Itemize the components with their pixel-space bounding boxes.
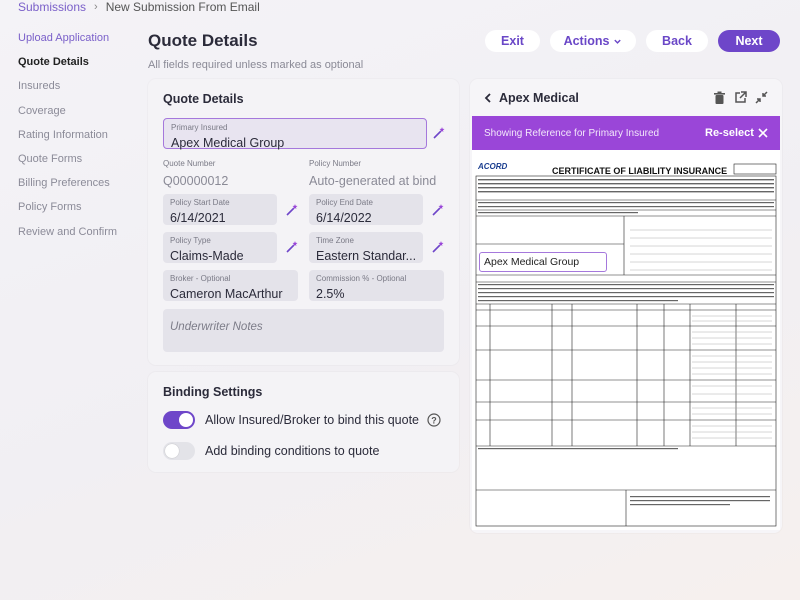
binding-conditions-label: Add binding conditions to quote: [205, 444, 380, 458]
sidebar-item-rating-information[interactable]: Rating Information: [18, 127, 138, 151]
page-title: Quote Details: [148, 31, 258, 50]
quote-details-card-title: Quote Details: [163, 92, 244, 106]
policy-end-date-label: Policy End Date: [316, 198, 373, 207]
underwriter-notes-textarea[interactable]: Underwriter Notes: [163, 309, 444, 352]
policy-type-label: Policy Type: [170, 236, 211, 245]
chevron-down-icon: [614, 39, 622, 44]
page-subtitle: All fields required unless marked as opt…: [148, 59, 364, 71]
primary-insured-value: Apex Medical Group: [171, 136, 285, 150]
magic-wand-icon[interactable]: [285, 203, 299, 217]
certificate-title: CERTIFICATE OF LIABILITY INSURANCE: [552, 166, 728, 176]
broker-label: Broker - Optional: [170, 274, 231, 283]
primary-insured-label: Primary Insured: [171, 123, 228, 132]
collapse-icon[interactable]: [755, 91, 768, 104]
policy-end-date-value: 6/14/2022: [316, 211, 372, 225]
document-panel-header: Apex Medical: [483, 91, 579, 105]
close-icon[interactable]: [758, 128, 768, 138]
insured-reference-highlight[interactable]: Apex Medical Group: [479, 252, 607, 272]
allow-bind-toggle[interactable]: [163, 411, 195, 429]
magic-wand-icon[interactable]: [431, 203, 445, 217]
sidebar-item-quote-forms[interactable]: Quote Forms: [18, 151, 138, 175]
policy-type-value: Claims-Made: [170, 249, 244, 263]
actions-dropdown-button[interactable]: Actions: [550, 30, 636, 52]
quote-number-label: Quote Number: [163, 159, 216, 168]
exit-button[interactable]: Exit: [485, 30, 540, 52]
open-external-icon[interactable]: [734, 91, 747, 104]
policy-number-label: Policy Number: [309, 159, 362, 168]
quote-number-field: Quote Number Q00000012: [163, 159, 293, 188]
sidebar-nav: Upload Application Quote Details Insured…: [18, 30, 138, 248]
reference-message: Showing Reference for Primary Insured: [484, 128, 660, 139]
breadcrumb-current: New Submission From Email: [105, 0, 260, 14]
sidebar-item-upload-application[interactable]: Upload Application: [18, 30, 138, 54]
sidebar-item-review-and-confirm[interactable]: Review and Confirm: [18, 224, 138, 248]
primary-insured-field[interactable]: Primary Insured Apex Medical Group: [163, 118, 427, 150]
breadcrumb-submissions-link[interactable]: Submissions: [18, 0, 86, 14]
svg-text:?: ?: [431, 415, 437, 425]
document-panel-title: Apex Medical: [499, 91, 579, 105]
back-arrow-icon[interactable]: [483, 92, 493, 104]
magic-wand-icon[interactable]: [285, 240, 299, 254]
magic-wand-icon[interactable]: [432, 126, 446, 140]
trash-icon[interactable]: [713, 91, 726, 105]
underwriter-notes-placeholder: Underwriter Notes: [170, 321, 263, 333]
top-actions: Exit Actions Back Next: [485, 30, 780, 52]
broker-value: Cameron MacArthur: [170, 287, 283, 301]
sidebar-item-insureds[interactable]: Insureds: [18, 78, 138, 102]
acord-logo: ACORD: [478, 162, 508, 171]
commission-field[interactable]: Commission % - Optional 2.5%: [309, 270, 444, 301]
quote-number-value: Q00000012: [163, 174, 229, 188]
commission-label: Commission % - Optional: [316, 274, 407, 283]
reselect-button[interactable]: Re-select: [705, 127, 754, 139]
policy-start-date-label: Policy Start Date: [170, 198, 230, 207]
allow-bind-label: Allow Insured/Broker to bind this quote: [205, 413, 420, 427]
binding-conditions-toggle[interactable]: [163, 442, 195, 460]
magic-wand-icon[interactable]: [431, 240, 445, 254]
sidebar-item-quote-details[interactable]: Quote Details: [18, 54, 138, 78]
time-zone-value: Eastern Standar...: [316, 249, 416, 263]
time-zone-label: Time Zone: [316, 236, 354, 245]
acord-certificate-document: ACORD CERTIFICATE OF LIABILITY INSURANCE…: [472, 150, 780, 530]
time-zone-field[interactable]: Time Zone Eastern Standar...: [309, 232, 423, 263]
policy-start-date-field[interactable]: Policy Start Date 6/14/2021: [163, 194, 277, 225]
back-button[interactable]: Back: [646, 30, 708, 52]
certificate-form-lines: [475, 163, 777, 527]
sidebar-item-coverage[interactable]: Coverage: [18, 103, 138, 127]
next-button[interactable]: Next: [718, 30, 780, 52]
policy-end-date-field[interactable]: Policy End Date 6/14/2022: [309, 194, 423, 225]
policy-number-value: Auto-generated at bind: [309, 174, 437, 188]
help-icon[interactable]: ?: [427, 413, 441, 427]
reference-banner: Showing Reference for Primary Insured Re…: [472, 116, 780, 150]
binding-settings-card: Binding Settings Allow Insured/Broker to…: [148, 372, 459, 472]
breadcrumb: Submissions › New Submission From Email: [18, 0, 260, 14]
broker-field[interactable]: Broker - Optional Cameron MacArthur: [163, 270, 298, 301]
commission-value: 2.5%: [316, 287, 345, 301]
chevron-right-icon: ›: [94, 1, 98, 13]
actions-label: Actions: [563, 34, 610, 48]
policy-type-field[interactable]: Policy Type Claims-Made: [163, 232, 277, 263]
sidebar-item-policy-forms[interactable]: Policy Forms: [18, 199, 138, 223]
quote-details-card: Quote Details Primary Insured Apex Medic…: [148, 79, 459, 365]
binding-settings-title: Binding Settings: [163, 385, 263, 399]
sidebar-item-billing-preferences[interactable]: Billing Preferences: [18, 175, 138, 199]
policy-start-date-value: 6/14/2021: [170, 211, 226, 225]
policy-number-field: Policy Number Auto-generated at bind: [309, 159, 449, 188]
